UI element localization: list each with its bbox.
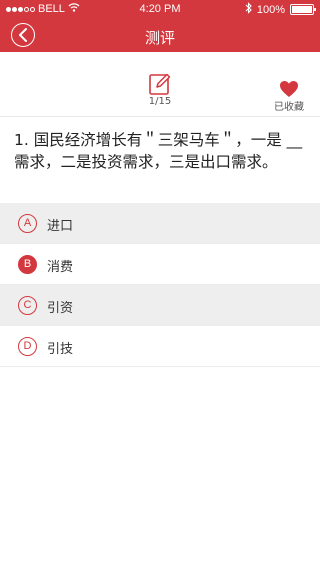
option-letter: C	[18, 296, 37, 315]
wifi-icon	[68, 3, 80, 15]
question-progress: 1/15	[148, 96, 172, 107]
answer-options: A 进口 B 消费 C 引资 D 引技	[0, 203, 320, 367]
option-d[interactable]: D 引技	[0, 326, 320, 367]
question-toolbar: 1/15 已收藏	[0, 52, 320, 116]
option-text: 引技	[47, 342, 74, 357]
status-right: 100%	[245, 2, 316, 17]
nav-bar: 测评	[0, 20, 320, 52]
battery-percent: 100%	[256, 3, 285, 16]
heart-icon	[280, 81, 298, 97]
option-b[interactable]: B 消费	[0, 244, 320, 285]
page-title: 测评	[144, 29, 175, 47]
option-text: 引资	[47, 301, 74, 316]
favorite-label: 已收藏	[274, 102, 304, 113]
option-a[interactable]: A 进口	[0, 203, 320, 244]
favorite-button[interactable]: 已收藏	[264, 72, 314, 113]
battery-icon	[290, 4, 316, 15]
option-letter: D	[18, 337, 37, 356]
toolbar-divider	[0, 116, 320, 117]
question-text: 1. 国民经济增长有＂三架马车＂，一是 __ 需求，二是投资需求，三是出口需求。	[14, 131, 303, 171]
signal-strength-icon	[6, 6, 35, 12]
status-bar: BELL 4:20 PM 100%	[0, 0, 320, 20]
bluetooth-icon	[245, 2, 252, 17]
option-c[interactable]: C 引资	[0, 285, 320, 326]
option-letter: A	[18, 214, 37, 233]
answer-sheet-button[interactable]: 1/15	[138, 72, 182, 107]
option-text: 进口	[47, 219, 74, 234]
carrier-name: BELL	[38, 3, 65, 15]
option-text: 消费	[47, 260, 74, 275]
edit-icon	[149, 73, 171, 95]
signal-carrier: BELL	[6, 3, 80, 15]
option-letter: B	[18, 255, 37, 274]
